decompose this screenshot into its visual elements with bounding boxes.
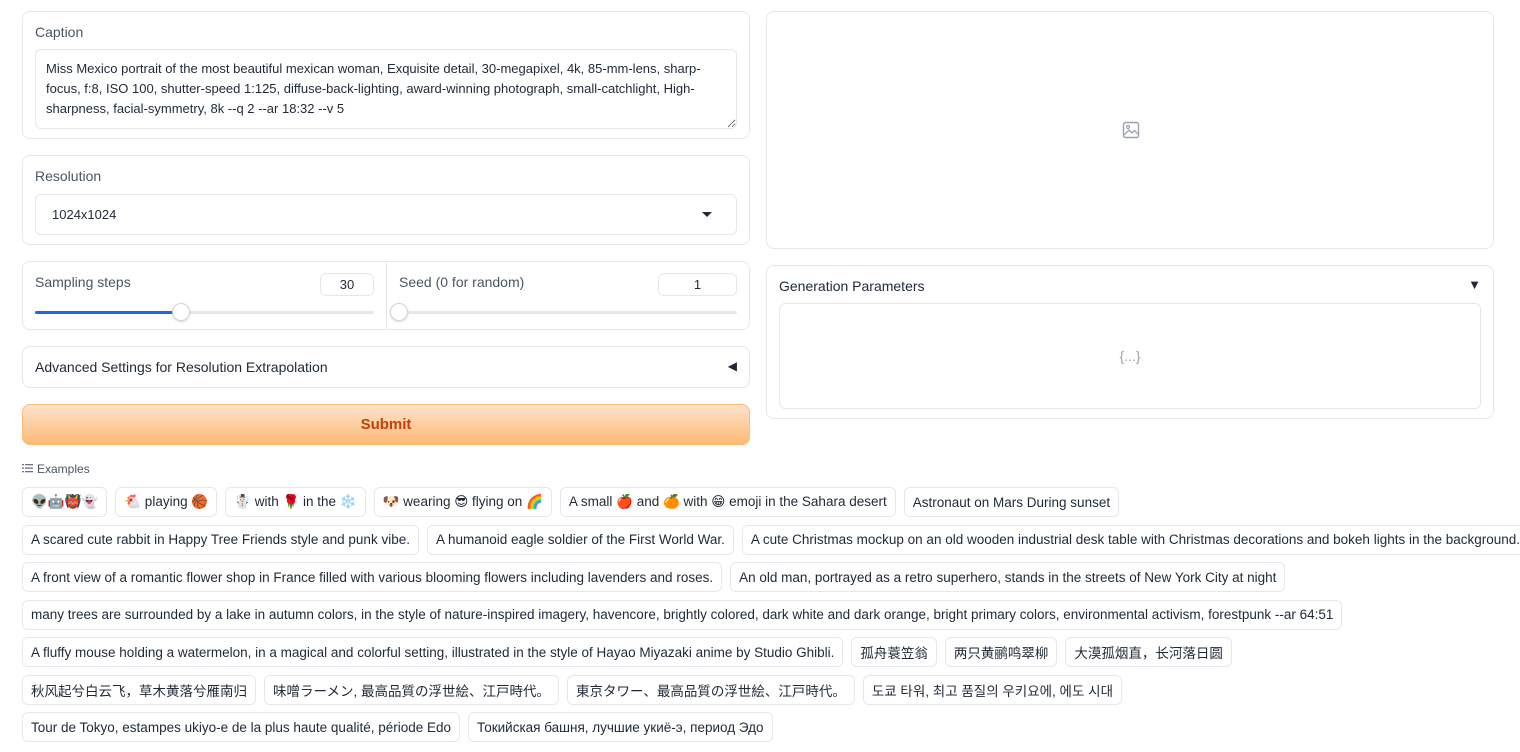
- output-image-panel: [766, 11, 1494, 249]
- caption-label: Caption: [35, 24, 84, 40]
- sampling-steps-slider[interactable]: [35, 311, 374, 314]
- example-chip[interactable]: many trees are surrounded by a lake in a…: [22, 599, 1343, 630]
- examples-row: Tour de Tokyo, estampes ukiyo-e de la pl…: [22, 712, 1502, 742]
- examples-row: 👽🤖👹👻 🐔 playing 🏀 ☃️ with 🌹 in the ❄️ 🐶 wear…: [22, 487, 1502, 517]
- sliders-panel: Sampling steps Seed (0 for random): [22, 261, 750, 330]
- json-placeholder: {...}: [1119, 348, 1141, 364]
- example-chip[interactable]: 两只黄鹂鸣翠柳: [944, 637, 1058, 667]
- image-placeholder-icon: [1122, 121, 1140, 144]
- advanced-settings-label: Advanced Settings for Resolution Extrapo…: [35, 359, 328, 375]
- example-chip[interactable]: ☃️ with 🌹 in the ❄️: [225, 487, 366, 517]
- chevron-down-icon: [702, 212, 712, 217]
- examples-row: A front view of a romantic flower shop i…: [22, 562, 1502, 592]
- examples-row: A scared cute rabbit in Happy Tree Frien…: [22, 524, 1520, 555]
- sampling-steps-slider-fill: [35, 311, 181, 314]
- example-chip[interactable]: 孤舟蓑笠翁: [851, 637, 937, 667]
- examples-header: Examples: [22, 462, 90, 476]
- slider-divider: [386, 262, 387, 329]
- examples-label: Examples: [37, 462, 90, 476]
- example-chip[interactable]: Токийская башня, лучшие укиё-э, период Э…: [468, 712, 773, 742]
- seed-slider[interactable]: [399, 311, 737, 314]
- resolution-label: Resolution: [35, 168, 102, 184]
- caption-panel: Caption Miss Mexico portrait of the most…: [22, 11, 750, 139]
- resolution-selected-value: 1024x1024: [52, 207, 117, 222]
- example-chip[interactable]: Astronaut on Mars During sunset: [903, 487, 1120, 517]
- generation-parameters-label: Generation Parameters: [779, 278, 925, 294]
- example-chip[interactable]: 味噌ラーメン, 最高品質の浮世絵、江戸時代。: [264, 674, 559, 705]
- seed-number-input[interactable]: [658, 273, 737, 296]
- generation-parameters-panel: Generation Parameters ▼ {...}: [766, 265, 1494, 419]
- example-chip[interactable]: A scared cute rabbit in Happy Tree Frien…: [22, 524, 419, 555]
- seed-slider-thumb[interactable]: [390, 303, 408, 321]
- resolution-panel: Resolution 1024x1024: [22, 155, 750, 245]
- example-chip[interactable]: 👽🤖👹👻: [22, 487, 108, 517]
- example-chip[interactable]: 大漠孤烟直，长河落日圆: [1065, 637, 1232, 667]
- example-chip[interactable]: 🐶 wearing 😎 flying on 🌈: [373, 487, 552, 517]
- sampling-steps-slider-thumb[interactable]: [172, 303, 190, 321]
- example-chip[interactable]: A front view of a romantic flower shop i…: [22, 562, 723, 592]
- resolution-dropdown[interactable]: 1024x1024: [35, 194, 737, 235]
- example-chip[interactable]: A cute Christmas mockup on an old wooden…: [741, 524, 1520, 555]
- list-icon: [22, 462, 33, 476]
- sampling-steps-number-input[interactable]: [320, 273, 374, 296]
- example-chip[interactable]: Tour de Tokyo, estampes ukiyo-e de la pl…: [22, 712, 461, 742]
- caption-input[interactable]: Miss Mexico portrait of the most beautif…: [35, 49, 737, 129]
- examples-row: A fluffy mouse holding a watermelon, in …: [22, 637, 1502, 667]
- collapse-arrow-icon: ◀: [727, 359, 737, 373]
- example-chip[interactable]: A small 🍎 and 🍊 with 😁 emoji in the Saha…: [559, 487, 896, 517]
- submit-button[interactable]: Submit: [22, 404, 750, 445]
- toggle-triangle-icon[interactable]: ▼: [1468, 277, 1481, 292]
- example-chip[interactable]: A fluffy mouse holding a watermelon, in …: [22, 637, 844, 667]
- example-chip[interactable]: An old man, portrayed as a retro superhe…: [730, 562, 1286, 592]
- example-chip[interactable]: 도쿄 타워, 최고 품질의 우키요에, 에도 시대: [862, 674, 1122, 705]
- example-chip[interactable]: A humanoid eagle soldier of the First Wo…: [426, 524, 734, 555]
- example-chip[interactable]: 東京タワー、最高品質の浮世絵、江戸時代。: [566, 674, 855, 705]
- example-chip[interactable]: 秋风起兮白云飞，草木黄落兮雁南归: [22, 674, 256, 705]
- sampling-steps-label: Sampling steps: [35, 274, 131, 290]
- examples-list: 👽🤖👹👻 🐔 playing 🏀 ☃️ with 🌹 in the ❄️ 🐶 wear…: [22, 487, 1520, 750]
- examples-row: 秋风起兮白云飞，草木黄落兮雁南归 味噌ラーメン, 最高品質の浮世絵、江戸時代。 東京…: [22, 674, 1502, 705]
- seed-label: Seed (0 for random): [399, 274, 525, 290]
- examples-row: many trees are surrounded by a lake in a…: [22, 599, 1502, 630]
- json-output-box: {...}: [779, 303, 1481, 409]
- advanced-settings-accordion[interactable]: Advanced Settings for Resolution Extrapo…: [22, 346, 750, 388]
- example-chip[interactable]: 🐔 playing 🏀: [115, 487, 218, 517]
